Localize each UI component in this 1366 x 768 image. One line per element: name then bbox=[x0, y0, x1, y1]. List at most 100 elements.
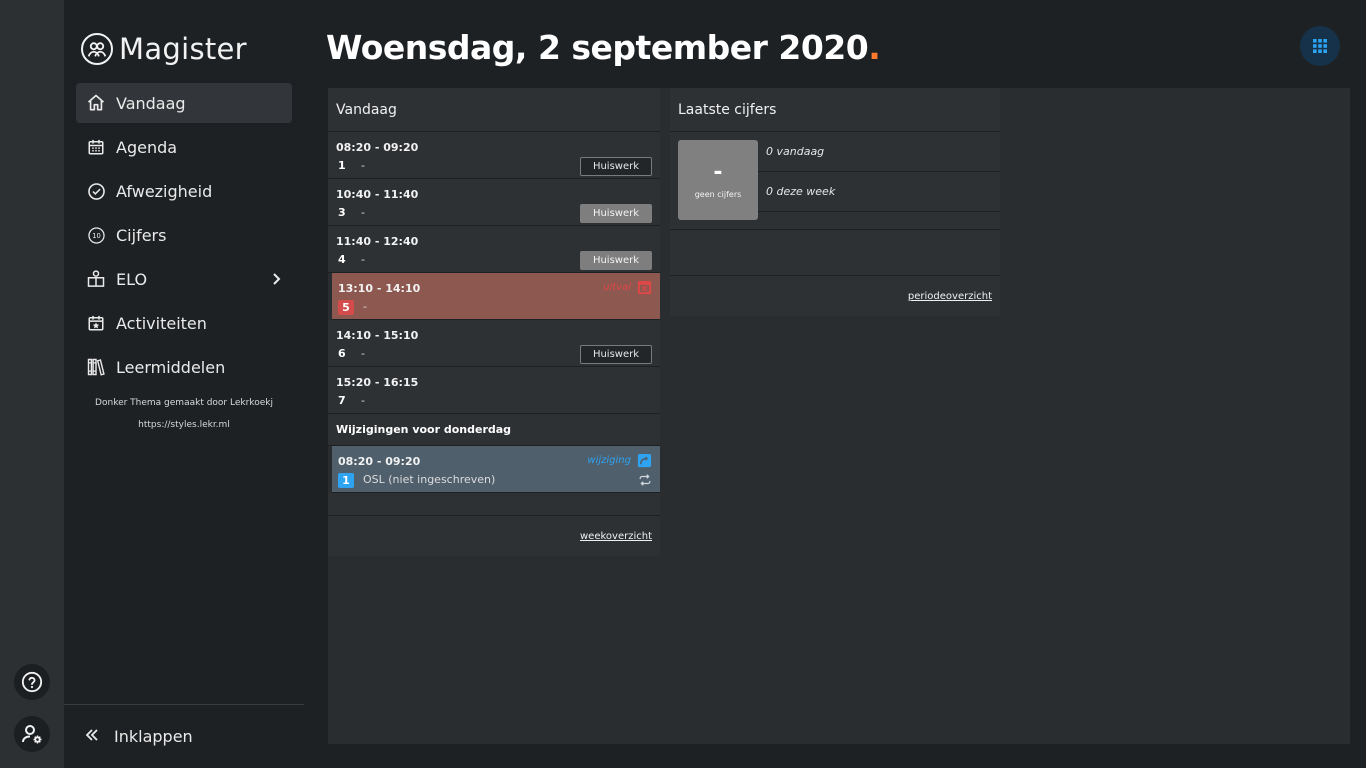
logo-text: Magister bbox=[119, 32, 247, 66]
nav-item-afwezigheid[interactable]: Afwezigheid bbox=[76, 171, 292, 211]
nav-item-activiteiten[interactable]: Activiteiten bbox=[76, 303, 292, 343]
lesson-hour: 7 bbox=[338, 394, 346, 407]
spacer-row bbox=[670, 230, 1000, 276]
sidebar: Magister Vandaag Agenda Afwezigheid 10 C… bbox=[64, 0, 304, 768]
nav-item-agenda[interactable]: Agenda bbox=[76, 127, 292, 167]
lesson-hour: 5 bbox=[338, 300, 354, 315]
lesson-hour: 3 bbox=[338, 206, 346, 219]
grid-icon bbox=[1313, 39, 1327, 53]
dashboard-area: Vandaag 08:20 - 09:20 1 - Huiswerk 10:40… bbox=[328, 88, 1350, 744]
lesson-subject: - bbox=[361, 206, 365, 219]
nav-label: Agenda bbox=[116, 137, 178, 157]
lesson-time: 08:20 - 09:20 bbox=[336, 141, 419, 154]
periodeoverzicht-link[interactable]: periodeoverzicht bbox=[908, 291, 992, 302]
lesson-time: 13:10 - 14:10 bbox=[338, 282, 421, 295]
title-accent-dot: . bbox=[868, 28, 881, 67]
nav-label: Leermiddelen bbox=[116, 357, 226, 377]
collapse-label: Inklappen bbox=[114, 727, 193, 746]
grades-week-count: 0 deze week bbox=[758, 172, 1000, 212]
homework-button[interactable]: Huiswerk bbox=[580, 345, 652, 364]
elo-icon bbox=[86, 269, 106, 289]
calendar-cancel-icon bbox=[637, 280, 652, 295]
grades-card-footer: periodeoverzicht bbox=[670, 276, 1000, 316]
status-label: wijziging bbox=[587, 455, 631, 466]
nav-item-cijfers[interactable]: 10 Cijfers bbox=[76, 215, 292, 255]
nav-label: ELO bbox=[116, 269, 148, 289]
nav-label: Cijfers bbox=[116, 225, 167, 245]
check-circle-icon bbox=[86, 181, 106, 201]
svg-text:10: 10 bbox=[92, 232, 101, 240]
lesson-row[interactable]: 15:20 - 16:15 7 - bbox=[328, 367, 660, 414]
user-settings-icon bbox=[22, 725, 42, 744]
homework-button[interactable]: Huiswerk bbox=[580, 157, 652, 176]
grade-value: - bbox=[713, 159, 723, 185]
collapse-button[interactable]: Inklappen bbox=[64, 704, 304, 768]
lesson-time: 14:10 - 15:10 bbox=[336, 329, 419, 342]
today-card: Vandaag 08:20 - 09:20 1 - Huiswerk 10:40… bbox=[328, 88, 660, 556]
lesson-hour: 4 bbox=[338, 253, 346, 266]
lesson-row[interactable]: 11:40 - 12:40 4 - Huiswerk bbox=[328, 226, 660, 273]
changes-section-title: Wijzigingen voor donderdag bbox=[328, 414, 660, 446]
calendar-star-icon bbox=[86, 313, 106, 333]
main-content: Woensdag, 2 september 2020. Vandaag 08:2… bbox=[304, 0, 1366, 768]
help-icon bbox=[21, 671, 43, 693]
lesson-hour: 1 bbox=[338, 159, 346, 172]
status-label: uitval bbox=[603, 282, 631, 293]
lesson-subject: - bbox=[361, 394, 365, 407]
double-chevron-left-icon bbox=[84, 727, 100, 747]
nav-item-elo[interactable]: ELO bbox=[76, 259, 292, 299]
help-button[interactable] bbox=[14, 664, 50, 700]
lesson-row-cancelled[interactable]: 13:10 - 14:10 5 - uitval bbox=[332, 273, 660, 320]
nav-item-vandaag[interactable]: Vandaag bbox=[76, 83, 292, 123]
main-nav: Vandaag Agenda Afwezigheid 10 Cijfers EL… bbox=[76, 83, 292, 391]
weekoverzicht-link[interactable]: weekoverzicht bbox=[580, 531, 652, 542]
lesson-subject: - bbox=[361, 347, 365, 360]
theme-credit-link[interactable]: https://styles.lekr.ml bbox=[64, 420, 304, 430]
nav-label: Activiteiten bbox=[116, 313, 207, 333]
theme-credit: Donker Thema gemaakt door Lekrkoekj bbox=[95, 398, 273, 408]
lesson-subject: - bbox=[363, 300, 367, 313]
homework-button[interactable]: Huiswerk bbox=[580, 204, 652, 223]
lesson-row[interactable]: 08:20 - 09:20 1 - Huiswerk bbox=[328, 132, 660, 179]
nav-item-leermiddelen[interactable]: Leermiddelen bbox=[76, 347, 292, 387]
page-title: Woensdag, 2 september 2020. bbox=[326, 28, 881, 67]
grades-card: Laatste cijfers - geen cijfers 0 vandaag… bbox=[670, 88, 1000, 318]
spacer-row bbox=[328, 493, 660, 516]
lesson-hour: 6 bbox=[338, 347, 346, 360]
grades-body: - geen cijfers 0 vandaag 0 deze week bbox=[670, 132, 1000, 230]
today-card-title: Vandaag bbox=[328, 88, 660, 132]
grades-card-title: Laatste cijfers bbox=[670, 88, 1000, 132]
left-rail bbox=[0, 0, 64, 768]
nav-label: Vandaag bbox=[116, 93, 186, 113]
lesson-row[interactable]: 10:40 - 11:40 3 - Huiswerk bbox=[328, 179, 660, 226]
books-icon bbox=[86, 357, 106, 377]
grades-today-count: 0 vandaag bbox=[758, 132, 1000, 172]
lesson-subject: - bbox=[361, 159, 365, 172]
calendar-icon bbox=[86, 137, 106, 157]
account-settings-button[interactable] bbox=[14, 716, 50, 752]
magister-logo-icon bbox=[81, 33, 113, 65]
lesson-subject: OSL (niet ingeschreven) bbox=[363, 473, 496, 486]
lesson-time: 08:20 - 09:20 bbox=[338, 455, 421, 468]
grade-tile[interactable]: - geen cijfers bbox=[678, 140, 758, 220]
page-title-text: Woensdag, 2 september 2020 bbox=[326, 28, 869, 67]
lesson-time: 15:20 - 16:15 bbox=[336, 376, 419, 389]
chevron-right-icon bbox=[270, 269, 284, 293]
nav-label: Afwezigheid bbox=[116, 181, 213, 201]
apps-menu-button[interactable] bbox=[1300, 26, 1340, 66]
grade-caption: geen cijfers bbox=[694, 189, 742, 199]
lesson-hour: 1 bbox=[338, 473, 354, 488]
home-icon bbox=[86, 93, 106, 113]
logo[interactable]: Magister bbox=[81, 32, 247, 66]
lesson-time: 11:40 - 12:40 bbox=[336, 235, 419, 248]
lesson-row[interactable]: 14:10 - 15:10 6 - Huiswerk bbox=[328, 320, 660, 367]
lesson-subject: - bbox=[361, 253, 365, 266]
today-card-footer: weekoverzicht bbox=[328, 516, 660, 556]
calendar-change-icon bbox=[637, 453, 652, 468]
homework-button[interactable]: Huiswerk bbox=[580, 251, 652, 270]
lesson-row-changed[interactable]: 08:20 - 09:20 1 OSL (niet ingeschreven) … bbox=[332, 446, 660, 493]
grade-10-icon: 10 bbox=[86, 225, 106, 245]
status-badge: uitval bbox=[603, 280, 652, 295]
repeat-icon bbox=[638, 472, 652, 491]
status-badge: wijziging bbox=[587, 453, 652, 468]
